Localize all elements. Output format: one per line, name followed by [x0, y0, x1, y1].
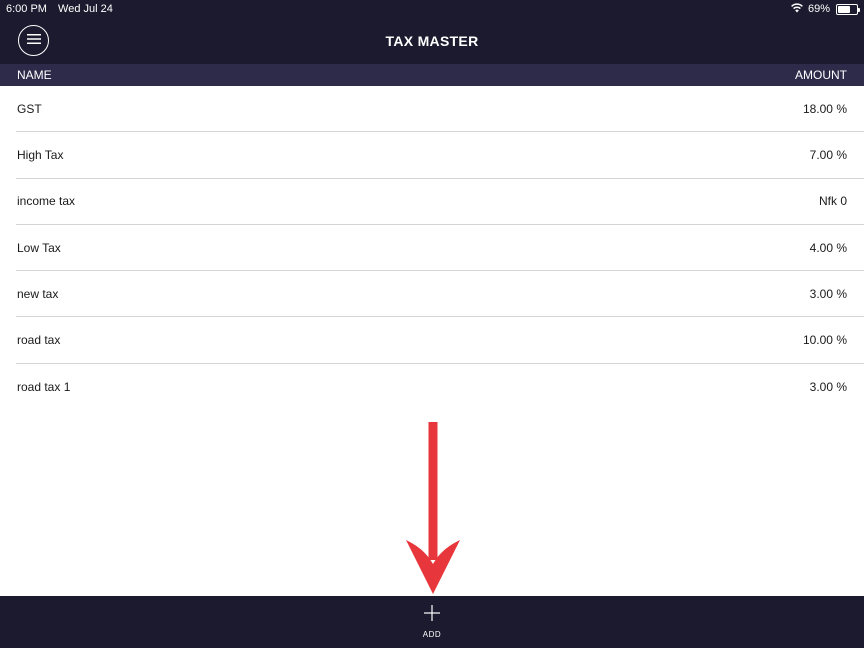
status-bar: 6:00 PM Wed Jul 24 69% — [0, 0, 864, 18]
table-header: NAME AMOUNT — [0, 64, 864, 86]
tax-amount: 3.00 % — [809, 379, 847, 394]
page-title: TAX MASTER — [385, 33, 479, 49]
table-row[interactable]: road tax 1 3.00 % — [16, 364, 864, 410]
tax-name: income tax — [17, 194, 76, 209]
table-row[interactable]: Low Tax 4.00 % — [16, 225, 864, 272]
tax-name: road tax 1 — [17, 379, 71, 394]
table-row[interactable]: new tax 3.00 % — [16, 271, 864, 318]
hamburger-menu-icon — [26, 32, 41, 50]
battery-icon — [836, 3, 860, 15]
plus-icon — [423, 605, 440, 626]
status-left: 6:00 PM Wed Jul 24 — [6, 3, 121, 15]
tax-amount: 7.00 % — [809, 147, 847, 162]
tax-amount: 3.00 % — [809, 286, 847, 301]
table-row[interactable]: High Tax 7.00 % — [16, 132, 864, 179]
tax-name: road tax — [17, 333, 61, 348]
tax-amount: 4.00 % — [809, 240, 847, 255]
table-row[interactable]: road tax 10.00 % — [16, 317, 864, 364]
status-right: 69% — [790, 2, 860, 16]
status-date: Wed Jul 24 — [58, 3, 113, 15]
menu-button[interactable] — [18, 25, 49, 56]
tax-name: new tax — [17, 286, 59, 301]
tax-name: Low Tax — [17, 240, 61, 255]
tax-list: GST 18.00 % High Tax 7.00 % income tax N… — [0, 86, 864, 410]
wifi-icon — [790, 2, 804, 16]
battery-percent: 69% — [807, 3, 830, 15]
table-row[interactable]: GST 18.00 % — [16, 86, 864, 133]
column-header-amount: AMOUNT — [795, 68, 847, 82]
bottom-toolbar: ADD — [0, 596, 864, 648]
annotation-arrow — [404, 422, 462, 594]
tax-name: GST — [17, 101, 42, 116]
add-button[interactable]: ADD — [423, 605, 441, 639]
add-label: ADD — [422, 630, 442, 639]
tax-amount: 10.00 % — [802, 333, 847, 348]
tax-amount: 18.00 % — [802, 101, 847, 116]
status-time: 6:00 PM — [6, 3, 47, 15]
tax-amount: Nfk 0 — [818, 194, 847, 209]
table-row[interactable]: income tax Nfk 0 — [16, 179, 864, 225]
battery-fill — [838, 5, 851, 13]
column-header-name: NAME — [17, 68, 52, 82]
nav-bar: TAX MASTER — [0, 18, 864, 64]
tax-name: High Tax — [17, 147, 64, 162]
